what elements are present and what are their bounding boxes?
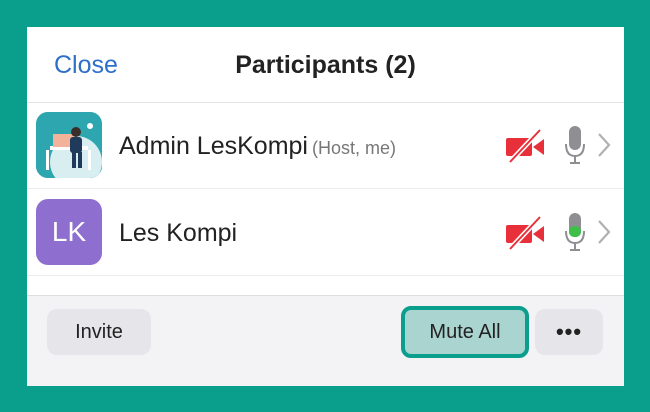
participant-role-tag: (Host, me)	[311, 138, 396, 158]
panel-title: Participants (2)	[235, 51, 416, 79]
video-off-icon[interactable]	[504, 128, 546, 164]
avatar: LK	[36, 199, 102, 265]
participant-name-text: Admin LesKompi	[119, 132, 308, 160]
avatar	[36, 112, 102, 178]
panel-header: Close Participants (2)	[27, 27, 624, 103]
video-off-icon[interactable]	[504, 215, 546, 251]
participants-panel: Close Participants (2) Admin LesKompi (Ho…	[27, 27, 624, 386]
participant-name: Les Kompi	[119, 219, 237, 248]
mic-muted-icon[interactable]	[564, 124, 586, 166]
participant-row[interactable]: Admin LesKompi (Host, me)	[27, 102, 624, 189]
avatar-illustration-icon	[36, 112, 102, 178]
panel-footer: Invite Mute All •••	[27, 295, 624, 386]
participant-row[interactable]: LK Les Kompi	[27, 189, 624, 276]
chevron-right-icon[interactable]	[597, 219, 611, 245]
chevron-right-icon[interactable]	[597, 132, 611, 158]
participant-name: Admin LesKompi (Host, me)	[119, 132, 396, 161]
mute-all-button[interactable]: Mute All	[401, 306, 529, 358]
mic-active-icon[interactable]	[564, 211, 586, 253]
participant-name-text: Les Kompi	[119, 219, 238, 247]
more-options-button[interactable]: •••	[535, 309, 603, 355]
invite-button[interactable]: Invite	[47, 309, 151, 355]
